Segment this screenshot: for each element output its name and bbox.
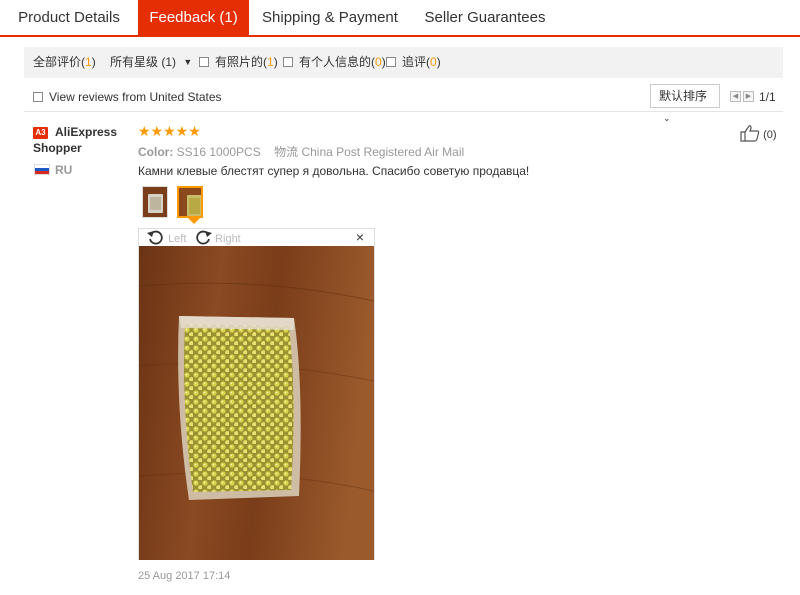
reviewer-name: AliExpress Shopper bbox=[33, 125, 118, 155]
color-label: Color: bbox=[138, 145, 174, 159]
rotate-left-button[interactable]: Left bbox=[147, 229, 186, 246]
us-reviews-label: View reviews from United States bbox=[49, 90, 222, 104]
tab-feedback[interactable]: Feedback (1) bbox=[138, 0, 249, 35]
page-info: 1/1 bbox=[759, 90, 776, 104]
logistics-label: 物流 bbox=[274, 145, 299, 159]
us-reviews-checkbox[interactable] bbox=[33, 92, 43, 102]
us-reviews-filter[interactable]: View reviews from United States bbox=[33, 90, 222, 104]
russia-flag-icon bbox=[34, 164, 50, 175]
prev-page-icon[interactable]: ◀ bbox=[730, 91, 741, 102]
filter-additional-review[interactable]: 追评(0) bbox=[386, 47, 441, 78]
star-rating: ★★★★★ bbox=[138, 123, 201, 139]
helpful-count: (0) bbox=[763, 129, 777, 141]
chevron-down-icon: ⌄ bbox=[663, 113, 671, 123]
tab-seller-guarantees[interactable]: Seller Guarantees bbox=[411, 0, 559, 35]
rotate-right-button[interactable]: Right bbox=[194, 229, 241, 246]
feedback-toolbar: View reviews from United States 默认排序 ⌄ ◀… bbox=[24, 84, 783, 123]
tab-product-details[interactable]: Product Details bbox=[0, 0, 138, 35]
filter-with-photos[interactable]: 有照片的(1) bbox=[199, 47, 278, 78]
feedback-filter-bar: 全部评价(1) 所有星级 (1) ▼ 有照片的(1) 有个人信息的(0) 追评(… bbox=[24, 47, 783, 78]
filter-all-stars-dropdown[interactable]: 所有星级 (1) ▼ bbox=[110, 47, 192, 78]
review-photo-thumbnail-selected[interactable] bbox=[177, 186, 203, 218]
review-photo bbox=[139, 246, 374, 560]
review-date: 25 Aug 2017 17:14 bbox=[138, 570, 231, 582]
reviewer-country: RU bbox=[55, 163, 73, 177]
next-page-icon[interactable]: ▶ bbox=[743, 91, 754, 102]
user-level-badge: A3 bbox=[33, 127, 48, 139]
filter-all-reviews-label: 全部评价 bbox=[33, 55, 82, 69]
filter-all-reviews-count: 1 bbox=[85, 55, 92, 69]
rotate-left-icon bbox=[147, 230, 168, 245]
rotate-left-label: Left bbox=[168, 233, 187, 245]
sort-label: 默认排序 bbox=[659, 89, 708, 103]
review-photo-thumbnail[interactable] bbox=[142, 186, 168, 218]
rotate-right-icon bbox=[194, 230, 215, 245]
filter-all-stars-label: 所有星级 bbox=[110, 55, 159, 69]
filter-with-personal-info-count: 0 bbox=[375, 55, 382, 69]
thumbnail-pointer bbox=[188, 218, 200, 224]
photo-viewer-toolbar: Left Right × bbox=[139, 229, 374, 246]
review-text: Камни клевые блестят супер я довольна. С… bbox=[138, 164, 530, 178]
additional-review-checkbox[interactable] bbox=[386, 57, 396, 67]
product-tabs: Product Details Feedback (1) Shipping & … bbox=[0, 0, 800, 37]
chevron-down-icon: ▼ bbox=[183, 57, 193, 67]
filter-with-personal-info-label: 有个人信息的 bbox=[299, 55, 372, 69]
helpful-button[interactable]: (0) bbox=[740, 124, 777, 142]
sort-dropdown[interactable]: 默认排序 ⌄ bbox=[650, 84, 720, 123]
color-value: SS16 1000PCS bbox=[176, 145, 261, 159]
filter-all-stars-count: (1) bbox=[161, 55, 177, 69]
close-icon[interactable]: × bbox=[356, 230, 364, 245]
filter-additional-review-count: 0 bbox=[430, 55, 437, 69]
filter-with-photos-count: 1 bbox=[267, 55, 274, 69]
photo-viewer: Left Right × bbox=[138, 228, 375, 560]
filter-with-photos-label: 有照片的 bbox=[215, 55, 264, 69]
filter-additional-review-label: 追评 bbox=[402, 55, 427, 69]
filter-with-personal-info[interactable]: 有个人信息的(0) bbox=[283, 47, 386, 78]
with-personal-info-checkbox[interactable] bbox=[283, 57, 293, 67]
rotate-right-label: Right bbox=[215, 233, 241, 245]
with-photos-checkbox[interactable] bbox=[199, 57, 209, 67]
filter-all-reviews[interactable]: 全部评价(1) bbox=[33, 47, 96, 78]
thumbs-up-icon bbox=[740, 125, 763, 142]
review-product-info: Color: SS16 1000PCS 物流 China Post Regist… bbox=[138, 143, 464, 160]
logistics-value: China Post Registered Air Mail bbox=[301, 145, 465, 159]
tab-shipping-payment[interactable]: Shipping & Payment bbox=[249, 0, 411, 35]
